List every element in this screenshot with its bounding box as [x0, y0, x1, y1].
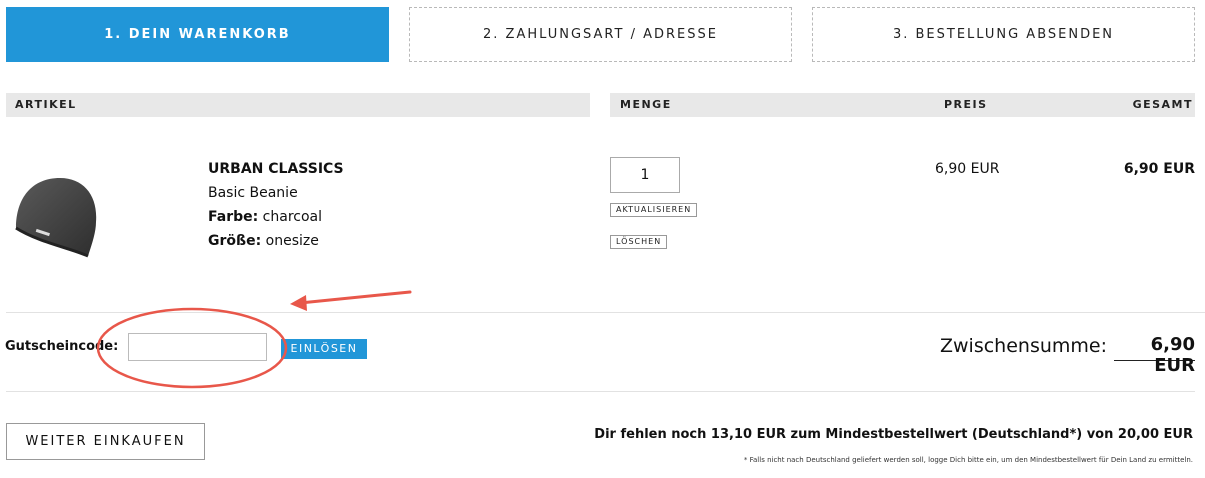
continue-shopping-label: WEITER EINKAUFEN: [25, 434, 186, 449]
minimum-order-notice: Dir fehlen noch 13,10 EUR zum Mindestbes…: [594, 427, 1193, 442]
minimum-order-footnote: * Falls nicht nach Deutschland geliefert…: [743, 456, 1193, 464]
annotation-circle: [96, 307, 288, 389]
annotation-overlay: [96, 290, 412, 389]
continue-shopping-button[interactable]: WEITER EINKAUFEN: [6, 423, 205, 460]
annotation-arrow-head: [290, 295, 307, 311]
annotation-arrow-line: [298, 290, 412, 305]
